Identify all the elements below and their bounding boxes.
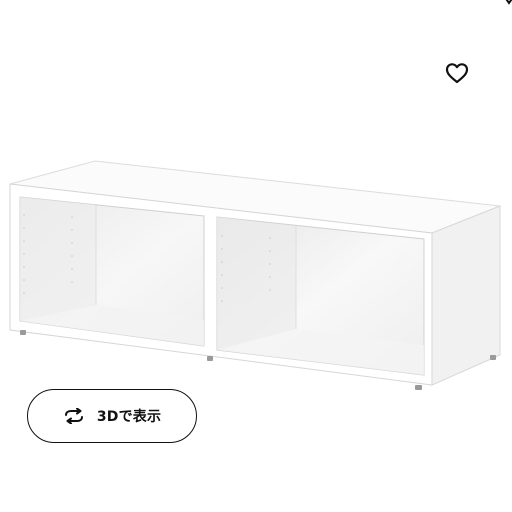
favorite-button[interactable]: [444, 60, 470, 86]
corner-icon: [505, 0, 512, 5]
heart-icon: [445, 63, 469, 84]
shelf-side-panel: [431, 205, 501, 386]
view-3d-button[interactable]: 3Dで表示: [27, 389, 197, 443]
view-3d-label: 3Dで表示: [96, 409, 162, 425]
rotate-arrows-icon: [64, 408, 83, 424]
